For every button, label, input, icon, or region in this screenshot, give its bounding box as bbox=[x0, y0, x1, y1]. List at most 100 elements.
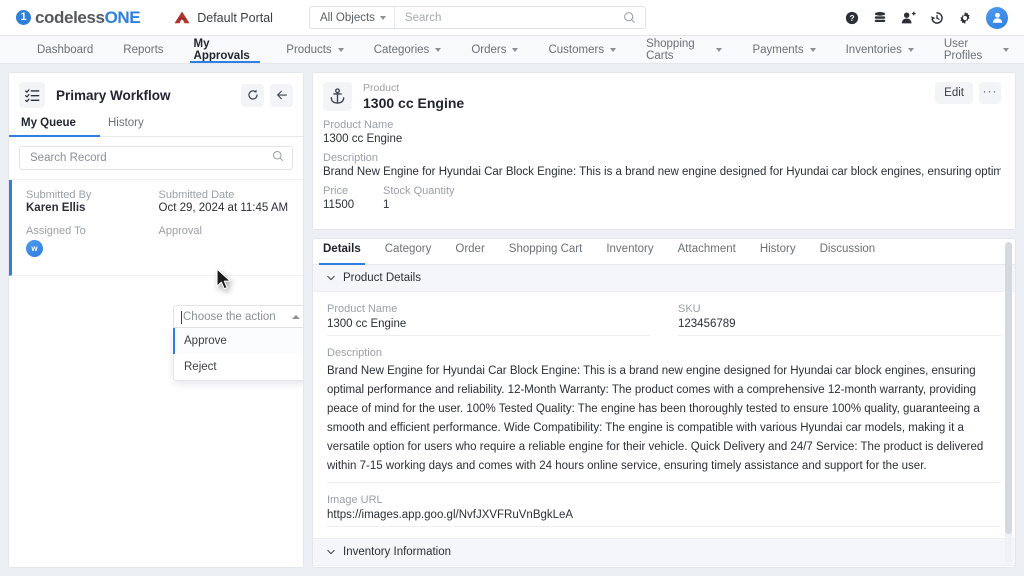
tab-history[interactable]: History bbox=[106, 115, 156, 136]
user-avatar[interactable] bbox=[986, 7, 1008, 29]
action-dropdown-placeholder: Choose the action bbox=[183, 311, 276, 323]
more-options-button[interactable]: ··· bbox=[979, 82, 1001, 104]
nav-item-customers[interactable]: Customers bbox=[533, 36, 631, 63]
detail-header-titles: Product 1300 cc Engine bbox=[363, 82, 464, 112]
section-header-inventory-information[interactable]: Inventory Information bbox=[313, 538, 1015, 566]
tab-discussion[interactable]: Discussion bbox=[820, 239, 876, 264]
chevron-down-icon bbox=[810, 48, 816, 52]
checklist-icon bbox=[19, 82, 45, 108]
grid-column-left: Product Name 1300 cc Engine bbox=[327, 303, 650, 347]
submitted-by-label: Submitted By bbox=[26, 189, 159, 201]
section-body-product-details: Product Name 1300 cc Engine SKU 12345678… bbox=[313, 292, 1015, 527]
app-logo[interactable]: 1 codelessONE bbox=[16, 8, 140, 28]
tab-my-queue[interactable]: My Queue bbox=[19, 115, 88, 136]
detail-scrollbar-track[interactable] bbox=[1005, 242, 1012, 564]
nav-item-my-approvals[interactable]: My Approvals bbox=[179, 36, 272, 63]
chevron-down-icon bbox=[610, 48, 616, 52]
chevron-down-icon bbox=[327, 548, 335, 556]
section-header-product-details[interactable]: Product Details bbox=[313, 265, 1015, 292]
tab-order[interactable]: Order bbox=[455, 239, 484, 264]
action-dropdown-control[interactable]: Choose the action bbox=[173, 305, 304, 328]
nav-label: Categories bbox=[374, 44, 430, 56]
field-label: Image URL bbox=[327, 494, 1001, 506]
header-field-row-price: Price 11500 Stock Quantity 1 bbox=[323, 185, 1001, 218]
nav-item-categories[interactable]: Categories bbox=[359, 36, 457, 63]
tab-category[interactable]: Category bbox=[385, 239, 432, 264]
back-arrow-icon[interactable] bbox=[270, 84, 293, 107]
main-content: Primary Workflow My Queue History bbox=[0, 64, 1024, 576]
help-icon[interactable]: ? bbox=[845, 11, 859, 25]
search-record-input[interactable] bbox=[30, 152, 272, 164]
option-label: Approve bbox=[184, 335, 227, 347]
portal-logo-icon bbox=[174, 11, 190, 24]
detail-column: Product 1300 cc Engine Edit ··· Product … bbox=[312, 72, 1016, 568]
nav-item-payments[interactable]: Payments bbox=[737, 36, 830, 63]
field-value: Brand New Engine for Hyundai Car Block E… bbox=[323, 166, 1001, 178]
submitted-date-label: Submitted Date bbox=[159, 189, 292, 201]
text-caret bbox=[181, 311, 182, 324]
tab-label: History bbox=[108, 117, 144, 129]
field-value: 1300 cc Engine bbox=[327, 318, 650, 336]
edit-button[interactable]: Edit bbox=[935, 82, 973, 104]
field-label: Price bbox=[323, 185, 383, 197]
field-value: 11500 bbox=[323, 199, 383, 211]
nav-item-dashboard[interactable]: Dashboard bbox=[22, 36, 108, 63]
tab-label: Order bbox=[455, 243, 484, 255]
search-scope-selector[interactable]: All Objects bbox=[310, 7, 395, 28]
chevron-down-icon bbox=[716, 48, 722, 52]
tab-details[interactable]: Details bbox=[323, 239, 361, 264]
search-icon[interactable] bbox=[623, 11, 645, 24]
anchor-icon bbox=[323, 82, 352, 111]
field-description: Description Brand New Engine for Hyundai… bbox=[327, 347, 1001, 483]
tab-attachment[interactable]: Attachment bbox=[678, 239, 736, 264]
tab-label: Discussion bbox=[820, 243, 876, 255]
nav-item-reports[interactable]: Reports bbox=[108, 36, 178, 63]
record-right-column: Submitted Date Oct 29, 2024 at 11:45 AM … bbox=[159, 189, 292, 261]
tab-shopping-cart[interactable]: Shopping Cart bbox=[509, 239, 583, 264]
search-input[interactable] bbox=[395, 12, 623, 24]
queue-record-item[interactable]: Submitted By Karen Ellis Assigned To w S… bbox=[9, 180, 303, 276]
detail-scrollbar-thumb[interactable] bbox=[1005, 242, 1012, 534]
tab-inventory[interactable]: Inventory bbox=[606, 239, 653, 264]
field-label: Product Name bbox=[323, 119, 1001, 131]
workflow-tabs: My Queue History bbox=[9, 115, 303, 137]
chevron-down-icon bbox=[512, 48, 518, 52]
dropdown-option-reject[interactable]: Reject bbox=[174, 354, 304, 380]
detail-header-fields: Product Name 1300 cc Engine Description … bbox=[323, 119, 1001, 218]
search-scope-label: All Objects bbox=[320, 12, 375, 24]
nav-item-orders[interactable]: Orders bbox=[456, 36, 533, 63]
workflow-actions bbox=[241, 84, 293, 107]
logo-text: codelessONE bbox=[35, 8, 140, 28]
nav-item-user-profiles[interactable]: User Profiles bbox=[929, 36, 1024, 63]
approval-label: Approval bbox=[159, 225, 292, 237]
nav-item-inventories[interactable]: Inventories bbox=[831, 36, 929, 63]
chevron-up-icon bbox=[292, 315, 300, 319]
database-icon[interactable] bbox=[873, 11, 887, 25]
tab-label: Shopping Cart bbox=[509, 243, 583, 255]
dropdown-option-approve[interactable]: Approve bbox=[174, 328, 304, 354]
nav-item-shopping-carts[interactable]: Shopping Carts bbox=[631, 36, 737, 63]
header-field-description: Description Brand New Engine for Hyundai… bbox=[323, 152, 1001, 178]
field-value: 1300 cc Engine bbox=[323, 133, 1001, 145]
chevron-down-icon bbox=[380, 16, 386, 20]
chevron-down-icon bbox=[908, 48, 914, 52]
assigned-to-label: Assigned To bbox=[26, 225, 159, 237]
search-icon[interactable] bbox=[272, 149, 284, 167]
assignee-avatar[interactable]: w bbox=[26, 240, 43, 257]
add-user-icon[interactable] bbox=[901, 11, 916, 25]
field-sku: SKU 123456789 bbox=[678, 303, 1001, 336]
gear-icon[interactable] bbox=[958, 11, 972, 25]
refresh-icon[interactable] bbox=[241, 84, 264, 107]
global-search: All Objects bbox=[309, 6, 646, 29]
nav-item-products[interactable]: Products bbox=[271, 36, 358, 63]
header-field-price: Price 11500 bbox=[323, 185, 383, 211]
detail-header-top: Product 1300 cc Engine Edit ··· bbox=[323, 82, 1001, 112]
portal-label: Default Portal bbox=[197, 11, 273, 25]
history-icon[interactable] bbox=[930, 11, 944, 25]
record-search-container bbox=[9, 137, 303, 180]
field-label: Stock Quantity bbox=[383, 185, 455, 197]
nav-label: Orders bbox=[471, 44, 506, 56]
tab-history[interactable]: History bbox=[760, 239, 796, 264]
logo-mark-icon: 1 bbox=[16, 10, 31, 25]
portal-selector[interactable]: Default Portal bbox=[174, 11, 273, 25]
